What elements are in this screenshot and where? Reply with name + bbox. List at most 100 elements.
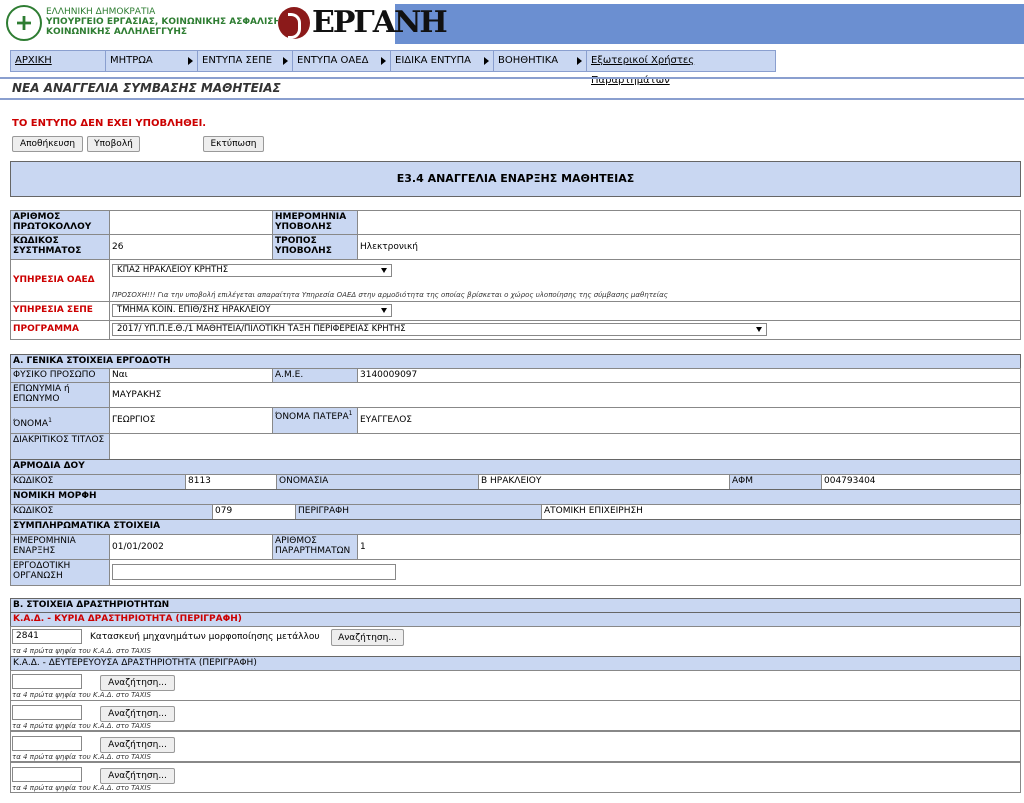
submit-date-value [357, 210, 1021, 235]
kad-hint: τα 4 πρώτα ψηφία του Κ.Α.Δ. στο TAXIS [12, 722, 151, 730]
legal-desc-label: ΠΕΡΙΓΡΑΦΗ [295, 504, 542, 520]
afm-label: ΑΦΜ [729, 474, 822, 490]
ergani-logo-text: ΕΡΓΑΝΗ [312, 5, 448, 40]
doy-code-value: 8113 [185, 474, 277, 490]
save-button[interactable]: Αποθήκευση [12, 136, 83, 152]
start-date-label: ΗΜΕΡΟΜΗΝΙΑ ΕΝΑΡΞΗΣ [10, 534, 110, 560]
protocol-label: ΑΡΙΘΜΟΣ ΠΡΩΤΟΚΟΛΛΟΥ [10, 210, 110, 235]
divider [0, 77, 1024, 79]
menu-home[interactable]: ΑΡΧΙΚΗ [10, 50, 106, 72]
kad-hint: τα 4 πρώτα ψηφία του Κ.Α.Δ. στο TAXIS [12, 647, 151, 655]
doy-section-title: ΑΡΜΟΔΙΑ ΔΟΥ [10, 459, 1021, 475]
legal-desc-value: ΑΤΟΜΙΚΗ ΕΠΙΧΕΙΡΗΣΗ [541, 504, 1021, 520]
program-label: ΠΡΟΓΡΑΜΜΑ [10, 320, 110, 340]
chevron-right-icon [381, 57, 386, 65]
natural-person-value: Ναι [109, 368, 273, 383]
kad-hint: τα 4 πρώτα ψηφία του Κ.Α.Δ. στο TAXIS [12, 753, 151, 761]
start-date-value: 01/01/2002 [109, 534, 273, 560]
header-band [395, 4, 1024, 44]
main-activity-code-input[interactable]: 2841 [12, 629, 82, 644]
father-name-value: ΕΥΑΓΓΕΛΟΣ [357, 407, 1021, 434]
distinctive-title-value [109, 433, 1021, 460]
legal-code-value: 079 [212, 504, 296, 520]
submit-button[interactable]: Υποβολή [87, 136, 140, 152]
legal-code-label: ΚΩΔΙΚΟΣ [10, 504, 213, 520]
ame-value: 3140009097 [357, 368, 1021, 383]
first-name-label-text: ΌΝΟΜΑ [13, 419, 49, 429]
secondary-activity-search-button[interactable]: Αναζήτηση... [100, 737, 175, 753]
doy-name-label: ΟΝΟΜΑΣΙΑ [276, 474, 479, 490]
divider [0, 98, 1024, 100]
submit-mode-value: Ηλεκτρονική [357, 234, 1021, 260]
oaed-service-note: ΠΡΟΣΟΧΗ!!! Για την υποβολή επιλέγεται απ… [112, 291, 668, 299]
menu-special-forms-label: ΕΙΔΙΚΑ ΕΝΤΥΠΑ [395, 55, 472, 66]
greek-republic-seal-icon [6, 5, 42, 41]
page-title: ΝΕΑ ΑΝΑΓΓΕΛΙΑ ΣΥΜΒΑΣΗΣ ΜΑΘΗΤΕΙΑΣ [12, 81, 281, 95]
sepe-service-select[interactable]: ΤΜΗΜΑ ΚΟΙΝ. ΕΠΙΘ/ΣΗΣ ΗΡΑΚΛΕΙΟΥ [112, 304, 392, 317]
footnote-marker: 1 [48, 417, 52, 424]
footnote-marker: 1 [348, 410, 353, 417]
chevron-right-icon [577, 57, 582, 65]
kad-hint: τα 4 πρώτα ψηφία του Κ.Α.Δ. στο TAXIS [12, 784, 151, 792]
supplementary-section-title: ΣΥΜΠΛΗΡΩΜΑΤΙΚΑ ΣΤΟΙΧΕΙΑ [10, 519, 1021, 535]
activities-section-title: Β. ΣΤΟΙΧΕΙΑ ΔΡΑΣΤΗΡΙΟΤΗΤΩΝ [10, 598, 1021, 613]
secondary-activity-search-button[interactable]: Αναζήτηση... [100, 675, 175, 691]
ergani-logo: ΕΡΓΑΝΗ [278, 5, 448, 41]
secondary-activity-label: Κ.Α.Δ. - ΔΕΥΤΕΡΕΥΟΥΣΑ ΔΡΑΣΤΗΡΙΟΤΗΤΑ (ΠΕΡ… [10, 656, 1021, 671]
menu-tools[interactable]: ΒΟΗΘΗΤΙΚΑ [493, 50, 587, 72]
menu-sepe-forms[interactable]: ΕΝΤΥΠΑ ΣΕΠΕ [197, 50, 293, 72]
doy-code-label: ΚΩΔΙΚΟΣ [10, 474, 186, 490]
chevron-right-icon [188, 57, 193, 65]
employer-org-label: ΕΡΓΟΔΟΤΙΚΗ ΟΡΓΑΝΩΣΗ [10, 559, 110, 586]
menu-oaed-forms[interactable]: ΕΝΤΥΠΑ ΟΑΕΔ [292, 50, 391, 72]
main-activity-desc: Κατασκευή μηχανημάτων μορφοποίησης μετάλ… [90, 632, 320, 642]
branches-label: ΑΡΙΘΜΟΣ ΠΑΡΑΡΤΗΜΑΤΩΝ [272, 534, 358, 560]
natural-person-label: ΦΥΣΙΚΟ ΠΡΟΣΩΠΟ [10, 368, 110, 383]
sepe-service-label: ΥΠΗΡΕΣΙΑ ΣΕΠΕ [10, 301, 110, 321]
branches-value: 1 [357, 534, 1021, 560]
program-select[interactable]: 2017/ ΥΠ.Π.Ε.Θ./1 ΜΑΘΗΤΕΙΑ/ΠΙΛΟΤΙΚΗ ΤΑΞΗ… [112, 323, 767, 336]
system-code-value: 26 [109, 234, 273, 260]
secondary-activity-code-input[interactable] [12, 705, 82, 720]
employer-name-label: ΕΠΩΝΥΜΙΑ ή ΕΠΩΝΥΜΟ [10, 382, 110, 408]
status-message: ΤΟ ΕΝΤΥΠΟ ΔΕΝ ΕΧΕΙ ΥΠΟΒΛΗΘΕΙ. [12, 118, 207, 129]
oaed-service-select[interactable]: ΚΠΑ2 ΗΡΑΚΛΕΙΟΥ ΚΡΗΤΗΣ [112, 264, 392, 277]
oaed-service-label: ΥΠΗΡΕΣΙΑ ΟΑΕΔ [10, 259, 110, 302]
employer-name-value: ΜΑΥΡΑΚΗΣ [109, 382, 1021, 408]
chevron-right-icon [283, 57, 288, 65]
main-activity-search-button[interactable]: Αναζήτηση... [331, 629, 404, 646]
afm-value: 004793404 [821, 474, 1021, 490]
doy-name-value: Β ΗΡΑΚΛΕΙΟΥ [478, 474, 730, 490]
ergani-logo-icon [278, 7, 310, 39]
form-title: Ε3.4 ΑΝΑΓΓΕΛΙΑ ΕΝΑΡΞΗΣ ΜΑΘΗΤΕΙΑΣ [10, 161, 1021, 197]
father-name-label: ΌΝΟΜΑ ΠΑΤΕΡΑ1 [272, 407, 358, 434]
secondary-activity-search-button[interactable]: Αναζήτηση... [100, 706, 175, 722]
menu-special-forms[interactable]: ΕΙΔΙΚΑ ΕΝΤΥΠΑ [390, 50, 494, 72]
ministry-line-3: ΚΟΙΝΩΝΙΚΗΣ ΑΛΛΗΛΕΓΓΥΗΣ [46, 27, 188, 37]
system-code-label: ΚΩΔΙΚΟΣ ΣΥΣΤΗΜΑΤΟΣ [10, 234, 110, 260]
submit-date-label: ΗΜΕΡΟΜΗΝΙΑ ΥΠΟΒΟΛΗΣ [272, 210, 358, 235]
secondary-activity-code-input[interactable] [12, 767, 82, 782]
kad-hint: τα 4 πρώτα ψηφία του Κ.Α.Δ. στο TAXIS [12, 691, 151, 699]
main-menu: ΑΡΧΙΚΗ ΜΗΤΡΩΑ ΕΝΤΥΠΑ ΣΕΠΕ ΕΝΤΥΠΑ ΟΑΕΔ ΕΙ… [10, 50, 776, 86]
chevron-right-icon [484, 57, 489, 65]
employer-section-title: Α. ΓΕΝΙΚΑ ΣΤΟΙΧΕΙΑ ΕΡΓΟΔΟΤΗ [10, 354, 1021, 369]
secondary-activity-code-input[interactable] [12, 674, 82, 689]
ministry-line-2: ΥΠΟΥΡΓΕΙΟ ΕΡΓΑΣΙΑΣ, ΚΟΙΝΩΝΙΚΗΣ ΑΣΦΑΛΙΣΗΣ… [46, 17, 299, 27]
main-activity-label: Κ.Α.Δ. - ΚΥΡΙΑ ΔΡΑΣΤΗΡΙΟΤΗΤΑ (ΠΕΡΙΓΡΑΦΗ) [10, 612, 1021, 627]
menu-home-label: ΑΡΧΙΚΗ [15, 55, 52, 66]
menu-registries[interactable]: ΜΗΤΡΩΑ [105, 50, 198, 72]
menu-external-users[interactable]: Εξωτερικοί Χρήστες Παραρτημάτων [586, 50, 776, 86]
distinctive-title-label: ΔΙΑΚΡΙΤΙΚΟΣ ΤΙΤΛΟΣ [10, 433, 110, 460]
menu-oaed-forms-label: ΕΝΤΥΠΑ ΟΑΕΔ [297, 55, 369, 66]
menu-tools-label: ΒΟΗΘΗΤΙΚΑ [498, 55, 559, 66]
first-name-label: ΌΝΟΜΑ1 [10, 407, 110, 434]
secondary-activity-search-button[interactable]: Αναζήτηση... [100, 768, 175, 784]
secondary-activity-code-input[interactable] [12, 736, 82, 751]
print-button[interactable]: Εκτύπωση [203, 136, 264, 152]
menu-sepe-forms-label: ΕΝΤΥΠΑ ΣΕΠΕ [202, 55, 273, 66]
ministry-line-1: ΕΛΛΗΝΙΚΗ ΔΗΜΟΚΡΑΤΙΑ [46, 7, 156, 17]
employer-org-input[interactable] [112, 564, 396, 580]
first-name-value: ΓΕΩΡΓΙΟΣ [109, 407, 273, 434]
menu-registries-label: ΜΗΤΡΩΑ [110, 55, 153, 66]
